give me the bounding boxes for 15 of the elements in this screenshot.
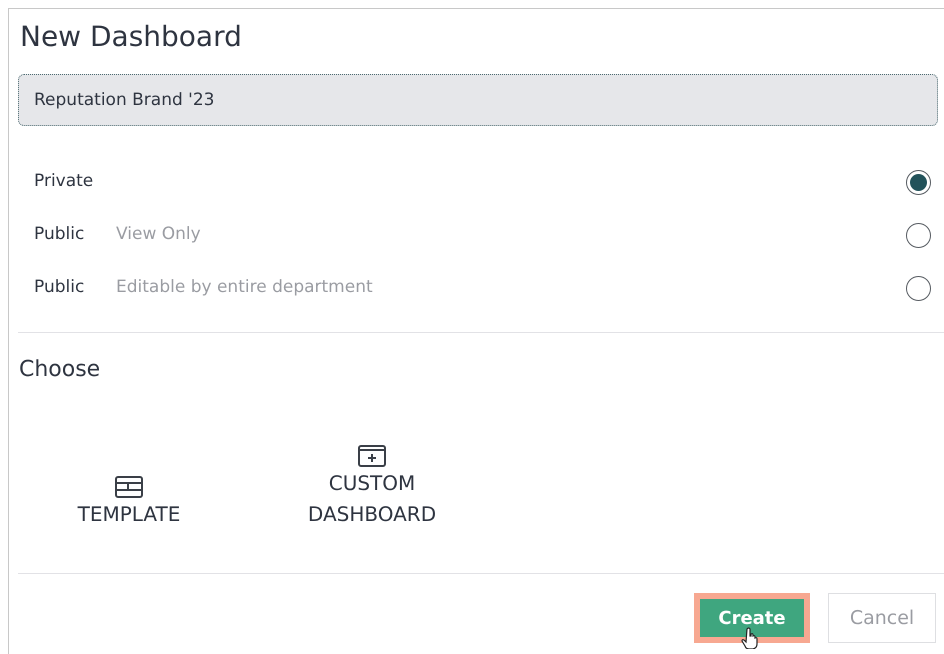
- radio-button[interactable]: [906, 170, 931, 194]
- option-label: Public: [34, 276, 86, 300]
- layout-icon: [114, 475, 144, 499]
- option-description: View Only: [116, 223, 201, 246]
- section-heading: Choose: [18, 356, 102, 384]
- option-tile[interactable]: TEMPLATE: [64, 475, 194, 530]
- option-description: Editable by entire department: [116, 276, 373, 300]
- name-input[interactable]: Reputation Brand '23: [18, 74, 938, 126]
- radio-button[interactable]: [906, 276, 931, 300]
- dialog-title: New Dashboard: [19, 19, 243, 55]
- radio-button[interactable]: [906, 222, 931, 248]
- option-label: Public: [34, 223, 86, 246]
- option-tile[interactable]: CUSTOM DASHBOARD: [297, 444, 447, 530]
- add-window-icon: [357, 444, 387, 468]
- option-label: Private: [34, 170, 94, 194]
